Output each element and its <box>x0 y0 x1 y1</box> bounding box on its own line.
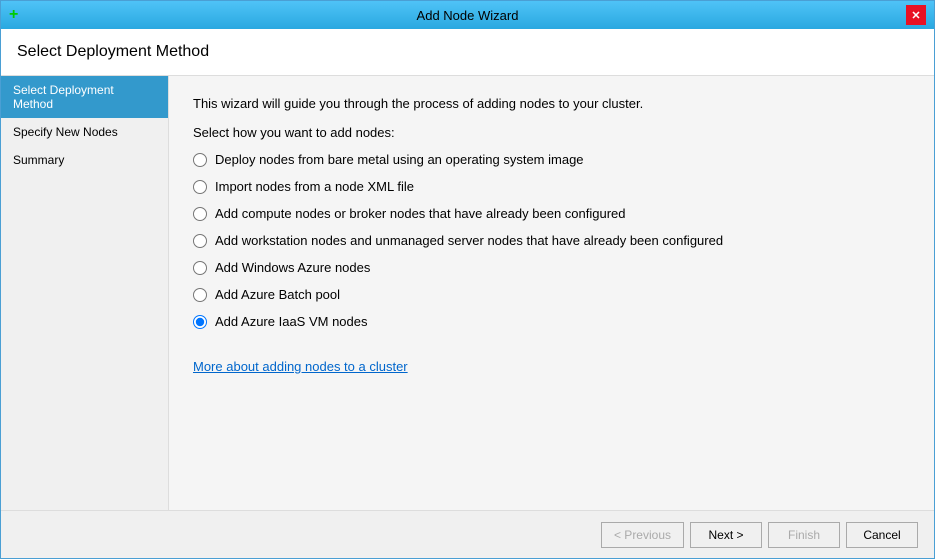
radio-label-4: Add workstation nodes and unmanaged serv… <box>215 233 723 248</box>
cancel-button[interactable]: Cancel <box>846 522 918 548</box>
finish-button[interactable]: Finish <box>768 522 840 548</box>
radio-opt5[interactable] <box>193 261 207 275</box>
radio-item-2[interactable]: Import nodes from a node XML file <box>193 179 910 194</box>
radio-opt1[interactable] <box>193 153 207 167</box>
previous-button[interactable]: < Previous <box>601 522 684 548</box>
link-area: More about adding nodes to a cluster <box>193 359 910 374</box>
intro-text: This wizard will guide you through the p… <box>193 96 910 111</box>
radio-item-4[interactable]: Add workstation nodes and unmanaged serv… <box>193 233 910 248</box>
radio-item-1[interactable]: Deploy nodes from bare metal using an op… <box>193 152 910 167</box>
radio-item-3[interactable]: Add compute nodes or broker nodes that h… <box>193 206 910 221</box>
sidebar: Select Deployment Method Specify New Nod… <box>1 76 169 510</box>
wizard-window: + Add Node Wizard ✕ Select Deployment Me… <box>0 0 935 559</box>
radio-label-1: Deploy nodes from bare metal using an op… <box>215 152 584 167</box>
radio-label-7: Add Azure IaaS VM nodes <box>215 314 367 329</box>
select-label: Select how you want to add nodes: <box>193 125 910 140</box>
radio-opt6[interactable] <box>193 288 207 302</box>
radio-label-5: Add Windows Azure nodes <box>215 260 370 275</box>
next-button[interactable]: Next > <box>690 522 762 548</box>
page-title: Select Deployment Method <box>17 43 209 60</box>
radio-label-2: Import nodes from a node XML file <box>215 179 414 194</box>
radio-item-7[interactable]: Add Azure IaaS VM nodes <box>193 314 910 329</box>
sidebar-item-summary[interactable]: Summary <box>1 146 168 174</box>
close-button[interactable]: ✕ <box>906 5 926 25</box>
radio-item-6[interactable]: Add Azure Batch pool <box>193 287 910 302</box>
sidebar-item-specify-nodes[interactable]: Specify New Nodes <box>1 118 168 146</box>
page-title-bar: Select Deployment Method <box>1 29 934 76</box>
sidebar-item-select-deployment[interactable]: Select Deployment Method <box>1 76 168 118</box>
content-area: This wizard will guide you through the p… <box>169 76 934 510</box>
radio-opt7[interactable] <box>193 315 207 329</box>
footer: < Previous Next > Finish Cancel <box>1 510 934 558</box>
help-link[interactable]: More about adding nodes to a cluster <box>193 359 408 374</box>
radio-opt3[interactable] <box>193 207 207 221</box>
radio-label-6: Add Azure Batch pool <box>215 287 340 302</box>
radio-opt2[interactable] <box>193 180 207 194</box>
window-title: Add Node Wizard <box>417 8 519 23</box>
radio-opt4[interactable] <box>193 234 207 248</box>
title-bar-left: + <box>9 6 18 24</box>
main-content: Select Deployment Method Specify New Nod… <box>1 76 934 510</box>
window-icon: + <box>9 6 18 24</box>
radio-item-5[interactable]: Add Windows Azure nodes <box>193 260 910 275</box>
title-bar: + Add Node Wizard ✕ <box>1 1 934 29</box>
radio-label-3: Add compute nodes or broker nodes that h… <box>215 206 626 221</box>
deployment-options: Deploy nodes from bare metal using an op… <box>193 152 910 329</box>
